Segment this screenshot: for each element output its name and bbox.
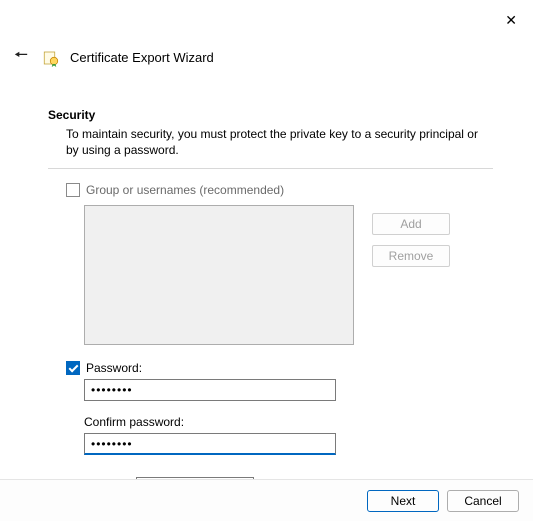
remove-button: Remove [372,245,450,267]
wizard-title: Certificate Export Wizard [70,50,214,65]
add-button: Add [372,213,450,235]
section-heading: Security [48,108,493,122]
confirm-password-input[interactable] [84,433,336,455]
password-label: Password: [86,361,142,375]
group-usernames-row: Group or usernames (recommended) [66,183,493,197]
divider [48,168,493,169]
password-row: Password: [66,361,493,375]
back-arrow-icon[interactable]: 🠔 [10,42,32,73]
confirm-password-label: Confirm password: [84,415,493,429]
wizard-content: Security To maintain security, you must … [48,108,493,498]
next-button[interactable]: Next [367,490,439,512]
group-usernames-label: Group or usernames (recommended) [86,183,284,197]
password-input[interactable] [84,379,336,401]
group-usernames-checkbox[interactable] [66,183,80,197]
wizard-header: 🠔 Certificate Export Wizard [10,42,214,73]
section-description: To maintain security, you must protect t… [66,126,486,158]
cancel-button[interactable]: Cancel [447,490,519,512]
principals-listbox [84,205,354,345]
wizard-footer: Next Cancel [0,479,533,521]
principals-area: Add Remove [48,205,493,345]
password-checkbox[interactable] [66,361,80,375]
close-button[interactable]: ✕ [505,12,517,29]
certificate-icon [42,49,60,67]
